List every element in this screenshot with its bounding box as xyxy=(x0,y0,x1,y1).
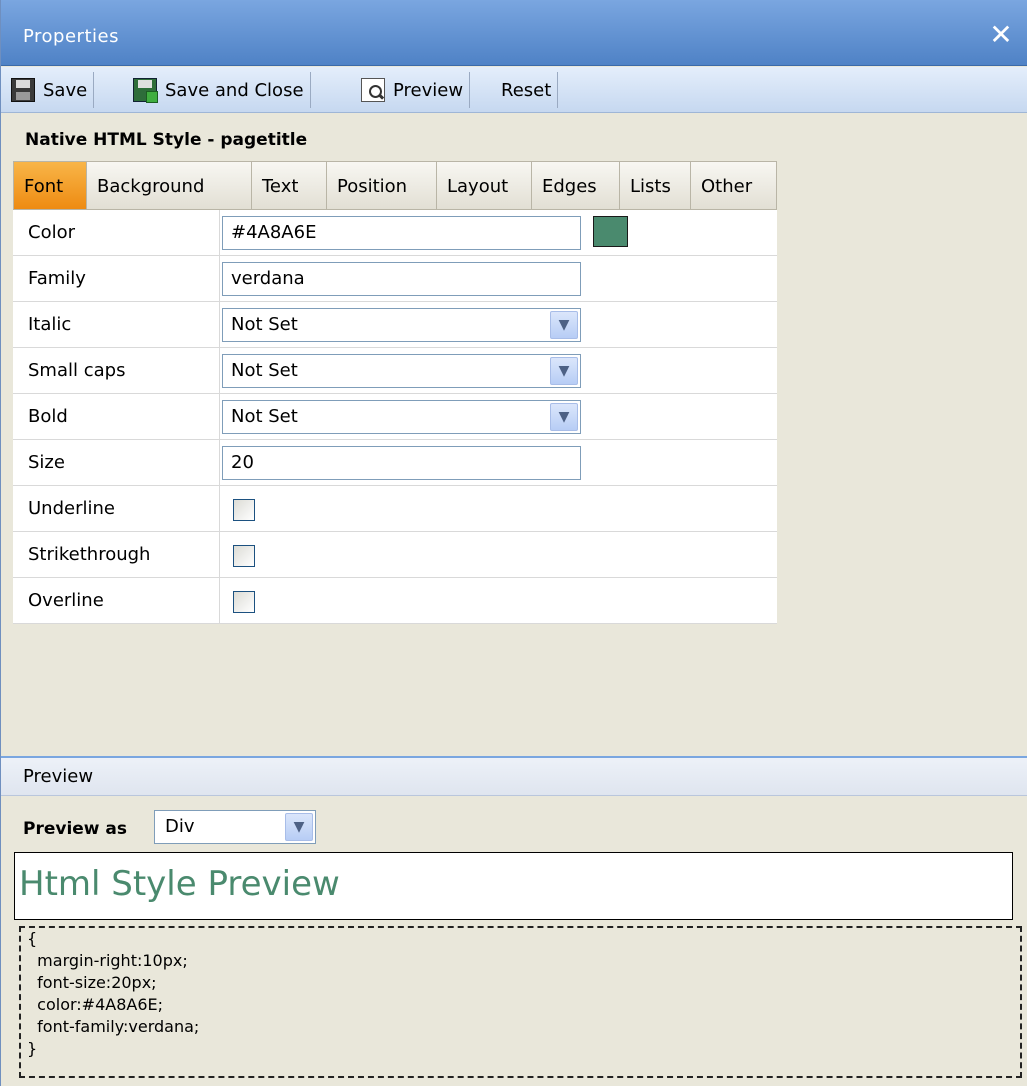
style-preview-box: Html Style Preview xyxy=(14,852,1013,920)
bold-row: Bold Not Set ▼ xyxy=(13,394,777,440)
save-and-close-label: Save and Close xyxy=(165,79,304,101)
family-label: Family xyxy=(28,268,86,289)
size-field[interactable]: 20 xyxy=(222,446,581,480)
row-divider xyxy=(219,394,220,440)
italic-select[interactable]: Not Set ▼ xyxy=(222,308,581,342)
reset-button[interactable]: Reset xyxy=(495,72,559,108)
chevron-down-icon[interactable]: ▼ xyxy=(550,311,578,339)
floppy-disk-arrow-icon xyxy=(133,78,158,103)
tab-font[interactable]: Font xyxy=(13,161,87,210)
overline-label: Overline xyxy=(28,590,104,611)
row-divider xyxy=(219,256,220,302)
title-bar: Properties ✕ xyxy=(1,0,1027,66)
small-caps-label: Small caps xyxy=(28,360,126,381)
italic-label: Italic xyxy=(28,314,72,335)
tab-position[interactable]: Position xyxy=(327,161,437,210)
style-editor: Native HTML Style - pagetitle Font Backg… xyxy=(13,114,777,624)
css-line: color:#4A8A6E; xyxy=(27,995,164,1014)
bold-select[interactable]: Not Set ▼ xyxy=(222,400,581,434)
strikethrough-row: Strikethrough xyxy=(13,532,777,578)
preview-section-title: Preview xyxy=(23,766,94,787)
strikethrough-checkbox[interactable] xyxy=(233,545,255,567)
family-field[interactable]: verdana xyxy=(222,262,581,296)
size-row: Size 20 xyxy=(13,440,777,486)
small-caps-select-value: Not Set xyxy=(231,360,298,381)
css-line: font-size:20px; xyxy=(27,973,157,992)
floppy-disk-icon xyxy=(11,78,35,102)
tab-edges[interactable]: Edges xyxy=(532,161,620,210)
color-label: Color xyxy=(28,222,75,243)
tab-background[interactable]: Background xyxy=(87,161,252,210)
reset-button-label: Reset xyxy=(501,79,552,101)
tab-other[interactable]: Other xyxy=(691,161,777,210)
preview-as-select[interactable]: Div ▼ xyxy=(154,810,316,844)
strikethrough-label: Strikethrough xyxy=(28,544,151,565)
chevron-down-icon[interactable]: ▼ xyxy=(550,403,578,431)
small-caps-row: Small caps Not Set ▼ xyxy=(13,348,777,394)
tab-text[interactable]: Text xyxy=(252,161,327,210)
overline-row: Overline xyxy=(13,578,777,624)
save-and-close-button[interactable]: Save and Close xyxy=(127,72,311,108)
window-title: Properties xyxy=(23,26,119,47)
chevron-down-icon[interactable]: ▼ xyxy=(285,813,313,841)
small-caps-select[interactable]: Not Set ▼ xyxy=(222,354,581,388)
css-line: } xyxy=(27,1039,38,1058)
page-heading: Native HTML Style - pagetitle xyxy=(25,130,308,150)
font-properties-form: Color #4A8A6E Family verdana Italic Not … xyxy=(13,210,777,624)
overline-checkbox[interactable] xyxy=(233,591,255,613)
bold-select-value: Not Set xyxy=(231,406,298,427)
preview-button-label: Preview xyxy=(393,79,464,101)
css-output-box: { margin-right:10px; font-size:20px; col… xyxy=(19,926,1022,1078)
italic-select-value: Not Set xyxy=(231,314,298,335)
preview-button[interactable]: Preview xyxy=(355,72,471,108)
size-label: Size xyxy=(28,452,65,473)
tab-lists[interactable]: Lists xyxy=(620,161,691,210)
tab-bar: Font Background Text Position Layout Edg… xyxy=(13,161,777,210)
save-button[interactable]: Save xyxy=(5,72,95,108)
bold-label: Bold xyxy=(28,406,68,427)
underline-row: Underline xyxy=(13,486,777,532)
row-divider xyxy=(219,578,220,624)
preview-as-value: Div xyxy=(165,816,195,837)
close-icon[interactable]: ✕ xyxy=(986,20,1016,50)
preview-sample-text: Html Style Preview xyxy=(19,864,340,904)
properties-window: Properties ✕ Save Save and Close Preview… xyxy=(0,0,1027,1086)
row-divider xyxy=(219,210,220,256)
tab-layout[interactable]: Layout xyxy=(437,161,532,210)
preview-section-header: Preview xyxy=(1,756,1027,796)
underline-checkbox[interactable] xyxy=(233,499,255,521)
row-divider xyxy=(219,302,220,348)
row-divider xyxy=(219,532,220,578)
preview-as-label: Preview as xyxy=(23,819,128,839)
css-line: { xyxy=(27,929,38,948)
underline-label: Underline xyxy=(28,498,115,519)
italic-row: Italic Not Set ▼ xyxy=(13,302,777,348)
color-swatch[interactable] xyxy=(593,216,628,247)
color-field[interactable]: #4A8A6E xyxy=(222,216,581,250)
css-line: font-family:verdana; xyxy=(27,1017,200,1036)
magnifier-icon xyxy=(361,78,385,102)
chevron-down-icon[interactable]: ▼ xyxy=(550,357,578,385)
css-line: margin-right:10px; xyxy=(27,951,188,970)
row-divider xyxy=(219,348,220,394)
toolbar: Save Save and Close Preview Reset xyxy=(1,67,1027,113)
row-divider xyxy=(219,440,220,486)
row-divider xyxy=(219,486,220,532)
color-row: Color #4A8A6E xyxy=(13,210,777,256)
family-row: Family verdana xyxy=(13,256,777,302)
save-button-label: Save xyxy=(43,79,88,101)
